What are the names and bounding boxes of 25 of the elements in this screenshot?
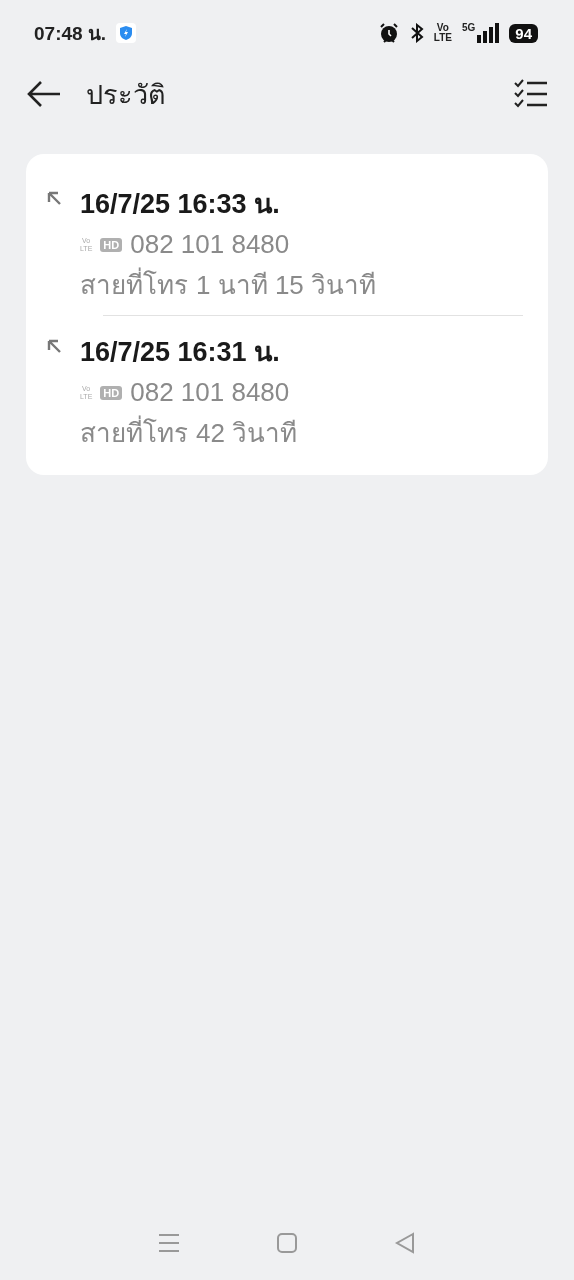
call-type: สายที่โทร — [80, 412, 188, 453]
outgoing-arrow-icon — [46, 190, 62, 206]
status-time: 07:48 น. — [34, 22, 107, 46]
hd-label: HD — [100, 237, 123, 252]
call-datetime: 16/7/25 16:31 น. — [80, 336, 281, 369]
phone-number: 082 101 8480 — [130, 229, 290, 260]
outgoing-arrow-icon — [46, 338, 62, 354]
bluetooth-icon — [409, 23, 424, 43]
back-button[interactable] — [26, 79, 62, 109]
call-datetime: 16/7/25 16:33 น. — [80, 188, 281, 221]
call-duration: 1 นาที 15 วินาที — [196, 269, 377, 302]
battery-level: 94 — [509, 23, 538, 43]
menu-icon[interactable] — [158, 1232, 180, 1254]
hd-label: HD — [100, 385, 123, 400]
phone-number: 082 101 8480 — [130, 377, 290, 408]
signal-icon — [477, 23, 500, 43]
call-type: สายที่โทร — [80, 264, 188, 305]
back-nav-button[interactable] — [394, 1232, 416, 1254]
network-label: 5G — [461, 22, 476, 33]
shield-icon — [116, 23, 137, 43]
volte-label: Vo LTE — [433, 23, 452, 43]
select-list-button[interactable] — [514, 79, 548, 109]
home-button[interactable] — [276, 1232, 298, 1254]
page-title: ประวัติ — [86, 78, 166, 112]
call-duration: 42 วินาที — [196, 417, 298, 450]
